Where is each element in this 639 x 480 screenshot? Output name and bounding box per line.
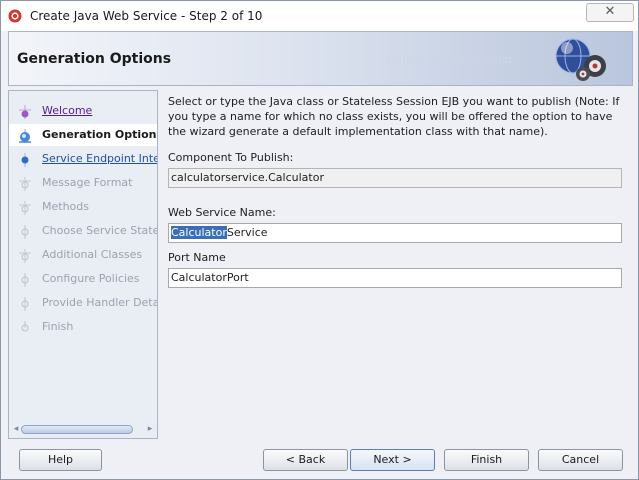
title-bar: Create Java Web Service - Step 2 of 10 ✕ xyxy=(1,1,638,31)
disabled-step-icon xyxy=(21,321,29,332)
step-choose-service-state: Choose Service State xyxy=(9,220,158,242)
next-button[interactable]: Next > xyxy=(350,449,435,471)
scroll-thumb[interactable] xyxy=(21,425,133,434)
header-banner: Generation Options 010101010101010101010… xyxy=(8,31,633,86)
unselected-text: Service xyxy=(226,226,268,239)
step-label: Configure Policies xyxy=(42,272,140,285)
port-name-label: Port Name xyxy=(168,251,226,264)
component-field[interactable]: calculatorservice.Calculator xyxy=(168,168,622,188)
scroll-right-icon[interactable]: ▸ xyxy=(145,424,155,435)
step-label: Methods xyxy=(42,200,89,213)
step-generation-options[interactable]: Generation Options xyxy=(9,124,158,146)
component-value: calculatorservice.Calculator xyxy=(171,171,324,184)
main-content: Select or type the Java class or Statele… xyxy=(162,90,632,439)
step-label: Finish xyxy=(42,320,74,333)
finish-button[interactable]: Finish xyxy=(444,449,529,471)
globe-gears-icon xyxy=(555,38,606,81)
page-title: Generation Options xyxy=(17,51,172,67)
step-label: Generation Options xyxy=(42,128,158,141)
scroll-left-icon[interactable]: ◂ xyxy=(11,424,21,435)
step-message-format: Message Format xyxy=(9,172,157,194)
binary-watermark: 01010101010101010101010101 xyxy=(387,56,513,65)
step-finish: Finish xyxy=(9,316,157,338)
port-name-input[interactable]: CalculatorPort xyxy=(168,268,622,288)
app-icon xyxy=(8,9,22,23)
sidebar-horizontal-scrollbar[interactable]: ◂ ▸ xyxy=(11,423,155,436)
steps-sidebar: Welcome Generation Options Service Endpo… xyxy=(8,90,158,439)
cancel-button[interactable]: Cancel xyxy=(538,449,623,471)
current-step-icon xyxy=(19,129,31,143)
help-button[interactable]: Help xyxy=(19,449,102,471)
step-label: Message Format xyxy=(42,176,133,189)
instructions-text: Select or type the Java class or Statele… xyxy=(168,95,620,138)
disabled-step-icon xyxy=(19,201,31,215)
disabled-step-icon xyxy=(19,249,31,263)
back-button[interactable]: < Back xyxy=(263,449,348,471)
service-name-input[interactable]: CalculatorService xyxy=(168,223,622,243)
disabled-step-icon xyxy=(21,225,29,239)
step-label: Choose Service State xyxy=(42,224,158,237)
step-additional-classes: Additional Classes xyxy=(9,244,157,266)
step-provide-handler-details: Provide Handler Details xyxy=(9,292,157,314)
close-button[interactable]: ✕ xyxy=(586,3,634,22)
service-name-label: Web Service Name: xyxy=(168,206,276,219)
visited-step-icon xyxy=(19,105,31,119)
close-icon: ✕ xyxy=(604,4,616,19)
active-step-icon xyxy=(21,153,29,167)
step-configure-policies: Configure Policies xyxy=(9,268,157,290)
port-name-value: CalculatorPort xyxy=(171,271,249,284)
step-methods: Methods xyxy=(9,196,157,218)
wizard-window: Create Java Web Service - Step 2 of 10 ✕… xyxy=(0,0,639,480)
disabled-step-icon xyxy=(21,273,29,287)
component-label: Component To Publish: xyxy=(168,151,294,164)
step-label: Service Endpoint Interfa xyxy=(42,152,157,165)
disabled-step-icon xyxy=(19,177,31,191)
step-service-endpoint-interface[interactable]: Service Endpoint Interfa xyxy=(9,148,157,170)
disabled-step-icon xyxy=(21,297,29,311)
step-label: Provide Handler Details xyxy=(42,296,157,309)
selected-text: Calculator xyxy=(171,226,227,239)
step-welcome[interactable]: Welcome xyxy=(9,100,157,122)
window-title: Create Java Web Service - Step 2 of 10 xyxy=(30,9,263,23)
step-label: Additional Classes xyxy=(42,248,143,261)
step-label: Welcome xyxy=(42,104,93,117)
